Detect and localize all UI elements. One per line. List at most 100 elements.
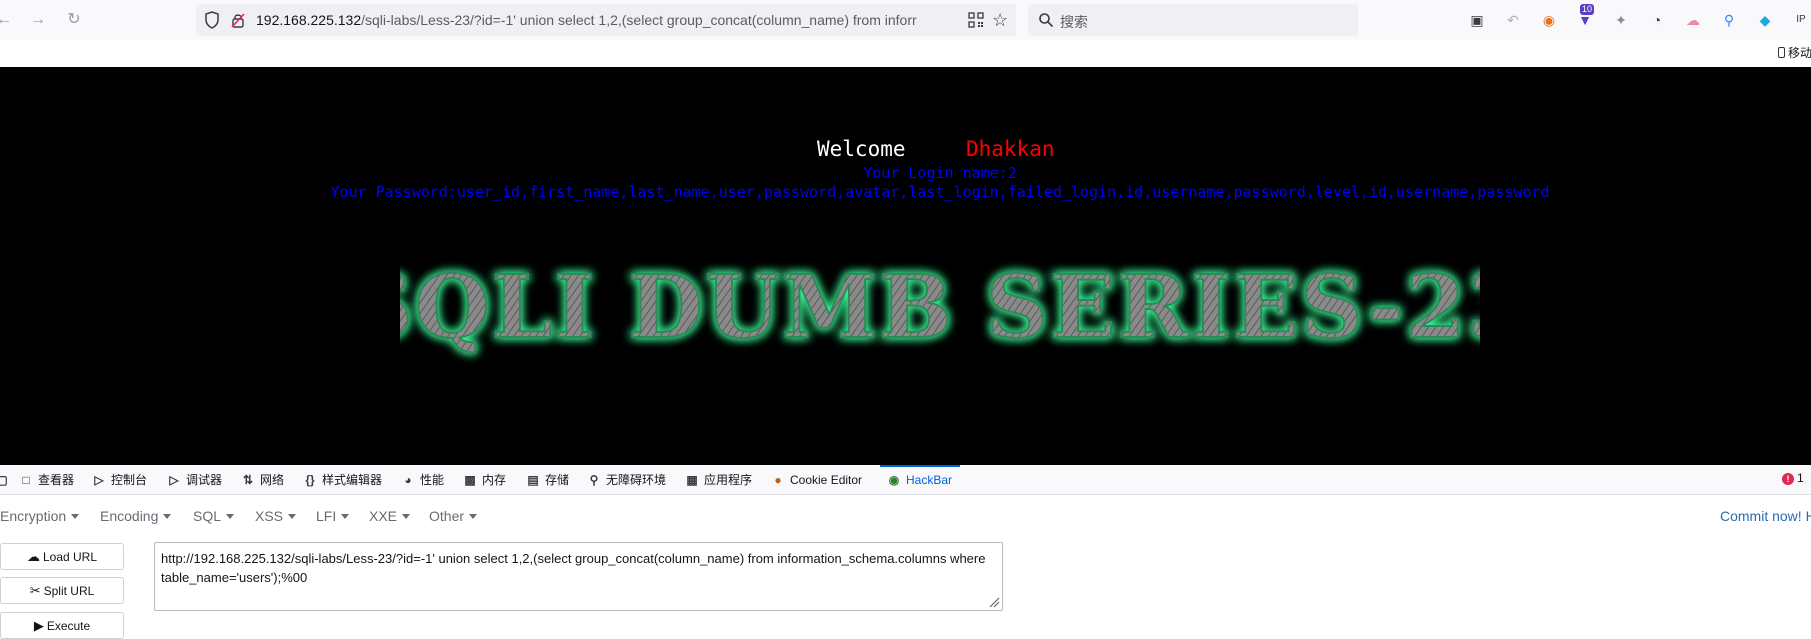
play-icon: ▶	[33, 618, 44, 633]
tab-network[interactable]: ⇅ 网络	[240, 471, 284, 491]
tab-label: 无障碍环境	[606, 473, 667, 487]
tab-label: 调试器	[186, 473, 223, 487]
hackbar-url-input[interactable]: http://192.168.225.132/sqli-labs/Less-23…	[154, 542, 1003, 611]
error-count-value: 1	[1797, 471, 1804, 485]
extension-cube-icon[interactable]: ◆	[1755, 10, 1775, 30]
tab-label: 查看器	[38, 473, 75, 487]
screenshot-crop-icon[interactable]: ▣	[1467, 10, 1487, 30]
menu-xss[interactable]: XSS	[255, 508, 297, 524]
debugger-icon: ▷	[169, 473, 179, 487]
back-arrow-icon[interactable]: ←	[0, 8, 16, 32]
tab-hackbar[interactable]: ◉ HackBar	[886, 471, 952, 491]
menu-sql[interactable]: SQL	[193, 508, 235, 524]
error-count[interactable]: ! 1	[1782, 471, 1804, 485]
tab-storage[interactable]: ▤ 存储	[525, 471, 569, 491]
extension-ball-icon[interactable]: ◉	[1539, 10, 1559, 30]
url-path: /sqli-labs/Less-23/?id=-1' union select …	[361, 12, 917, 28]
load-url-button[interactable]: ☁ Load URL	[0, 543, 124, 570]
url-host: 192.168.225.132	[256, 12, 362, 28]
cloud-download-icon: ☁	[26, 549, 40, 564]
cookie-icon: ●	[774, 473, 782, 487]
tab-style-editor[interactable]: {} 样式编辑器	[302, 471, 382, 491]
hackbar-menu: Encryption Encoding SQL XSS LFI XXE Othe…	[0, 496, 1811, 536]
undo-icon[interactable]: ↶	[1503, 10, 1523, 30]
mobile-bookmarks-label: 移动	[1788, 46, 1811, 60]
style-editor-icon: {}	[305, 473, 315, 487]
tab-label: 样式编辑器	[322, 473, 383, 487]
menu-encryption[interactable]: Encryption	[0, 508, 80, 524]
search-icon	[1039, 13, 1054, 28]
tab-label: 存储	[545, 473, 570, 487]
menu-other[interactable]: Other	[429, 508, 478, 524]
banner-text: SQLI DUMB SERIES-23	[400, 257, 1480, 358]
location-pin-icon[interactable]: ⚲	[1719, 10, 1739, 30]
browser-toolbar: ← → ↻ 192.168.225.132/sqli-labs/Less-23/…	[0, 0, 1811, 60]
chevron-down-icon	[341, 514, 350, 519]
hackbar-icon: ◉	[888, 473, 900, 487]
menu-xxe[interactable]: XXE	[369, 508, 411, 524]
extension-badge: 10	[1580, 4, 1595, 15]
cookie-extension-icon[interactable]: ◔	[1647, 10, 1667, 30]
user-name-text: Dhakkan	[966, 137, 1055, 161]
active-tab-indicator	[880, 465, 960, 467]
password-line: Your Password:user_id,first_name,last_na…	[330, 183, 1550, 201]
performance-icon: ◕	[404, 473, 412, 487]
phone-icon	[1778, 47, 1785, 58]
tab-label: 内存	[482, 473, 507, 487]
menu-label: XSS	[255, 508, 284, 524]
chevron-down-icon	[226, 514, 235, 519]
menu-label: SQL	[193, 508, 222, 524]
button-label: Load URL	[42, 550, 98, 564]
url-text[interactable]: 192.168.225.132/sqli-labs/Less-23/?id=-1…	[256, 12, 956, 28]
tab-label: 网络	[260, 473, 285, 487]
shield-icon[interactable]	[204, 11, 220, 29]
qr-code-icon[interactable]	[968, 12, 984, 28]
network-icon: ⇅	[242, 473, 254, 487]
tab-memory[interactable]: ▩ 内存	[462, 471, 506, 491]
tab-debugger[interactable]: ▷ 调试器	[166, 471, 222, 491]
chevron-down-icon	[288, 514, 297, 519]
tab-label: 性能	[420, 473, 445, 487]
ip-extension-icon[interactable]: IP	[1791, 10, 1811, 30]
menu-label: Encoding	[100, 508, 159, 524]
address-bar[interactable]: 192.168.225.132/sqli-labs/Less-23/?id=-1…	[196, 4, 1016, 36]
tab-console[interactable]: ▷ 控制台	[91, 471, 147, 491]
chevron-down-icon	[469, 514, 478, 519]
menu-encoding[interactable]: Encoding	[100, 508, 172, 524]
menu-label: Other	[429, 508, 465, 524]
mobile-bookmarks[interactable]: 移动	[1778, 44, 1811, 61]
tab-application[interactable]: ▦ 应用程序	[684, 471, 752, 491]
menu-label: Encryption	[0, 508, 67, 524]
extension-cloud-icon[interactable]: ☁	[1683, 10, 1703, 30]
tab-accessibility[interactable]: ⚲ 无障碍环境	[586, 471, 666, 491]
bookmark-star-icon[interactable]: ☆	[992, 10, 1012, 30]
search-placeholder: 搜索	[1060, 14, 1088, 30]
split-url-button[interactable]: ✂ Split URL	[0, 577, 124, 604]
search-bar[interactable]: 搜索	[1028, 4, 1358, 36]
application-icon: ▦	[686, 473, 698, 487]
insecure-lock-icon[interactable]	[230, 12, 246, 28]
commit-link[interactable]: Commit now! H	[1720, 508, 1811, 524]
button-label: Split URL	[43, 584, 95, 598]
button-label: Execute	[46, 619, 91, 633]
reload-icon[interactable]: ↻	[62, 8, 86, 32]
welcome-text: Welcome	[817, 137, 906, 161]
tab-performance[interactable]: ◕ 性能	[400, 471, 444, 491]
devtools-pick-icon[interactable]: ▢	[0, 471, 14, 491]
resize-grip-icon[interactable]	[988, 596, 1000, 608]
tab-inspector[interactable]: □ 查看器	[18, 471, 74, 491]
inspector-icon: □	[22, 473, 30, 487]
storage-icon: ▤	[527, 473, 539, 487]
chevron-down-icon	[402, 514, 411, 519]
tab-label: 控制台	[111, 473, 148, 487]
tab-label: HackBar	[906, 473, 953, 487]
menu-lfi[interactable]: LFI	[316, 508, 350, 524]
tab-label: 应用程序	[704, 473, 753, 487]
forward-arrow-icon[interactable]: →	[26, 8, 50, 32]
console-icon: ▷	[94, 473, 104, 487]
chevron-down-icon	[71, 514, 80, 519]
sqli-series-banner: SQLI DUMB SERIES-23	[400, 256, 1480, 359]
tab-cookie-editor[interactable]: ● Cookie Editor	[770, 471, 862, 491]
extension-puzzle-icon[interactable]: ✦	[1611, 10, 1631, 30]
scissors-icon: ✂	[29, 583, 41, 598]
